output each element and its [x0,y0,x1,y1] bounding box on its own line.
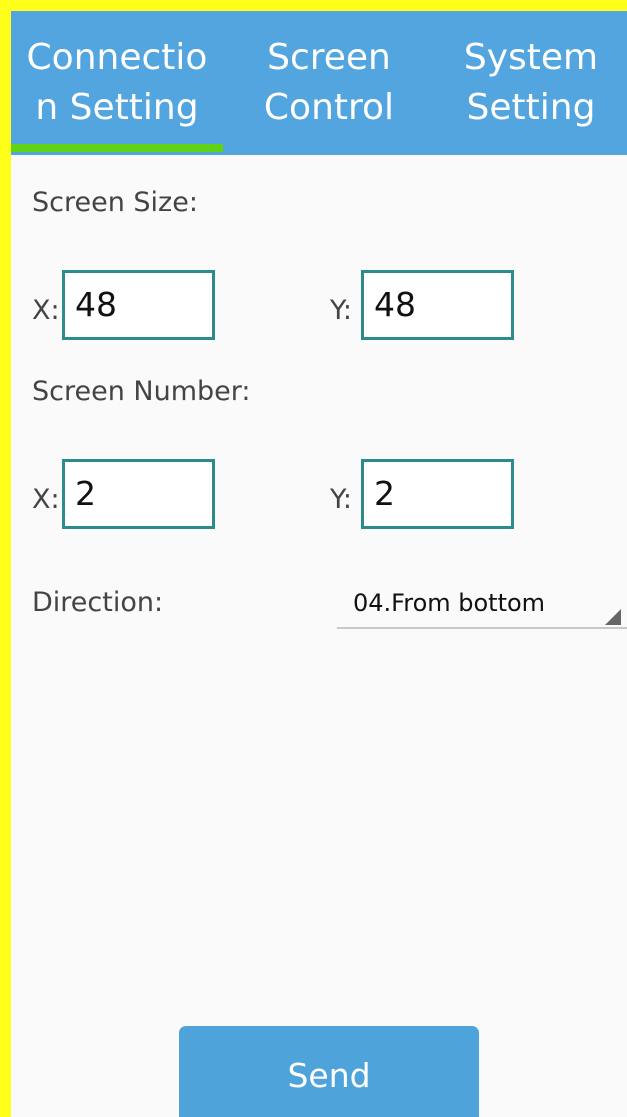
tab-screen-control-line2: Control [263,87,395,128]
screen-number-x-input[interactable]: 2 [62,459,215,529]
tab-bar: Connectio n Setting Screen Control Syste… [11,11,627,155]
tab-connection-setting[interactable]: Connectio n Setting [11,11,223,155]
tab-connection-setting-line2: n Setting [35,87,199,128]
active-tab-indicator [11,144,223,152]
screen-size-y-input[interactable]: 48 [361,270,514,340]
tab-system-setting-line1: System [463,37,599,78]
tab-screen-control-line1: Screen [267,37,391,78]
send-button[interactable]: Send [179,1026,479,1117]
screen-size-label: Screen Size: [32,187,198,218]
direction-dropdown[interactable]: 04.From bottom [337,583,627,629]
screen-size-x-input[interactable]: 48 [62,270,215,340]
screen-number-y-input[interactable]: 2 [361,459,514,529]
direction-label: Direction: [32,587,164,618]
screen-size-y-label: Y: [330,295,353,326]
tab-screen-control[interactable]: Screen Control [223,11,435,155]
direction-selected-value: 04.From bottom [353,589,546,617]
dropdown-corner-arrow-icon [605,609,621,625]
app-frame: Connectio n Setting Screen Control Syste… [11,11,627,1117]
dropdown-underline [337,627,627,629]
screen-size-x-label: X: [32,295,60,326]
screen-number-x-label: X: [32,484,60,515]
tab-system-setting[interactable]: System Setting [435,11,627,155]
screen-number-label: Screen Number: [32,376,251,407]
tab-connection-setting-line1: Connectio [26,37,208,78]
tab-system-setting-line2: Setting [466,87,596,128]
screen-number-y-label: Y: [330,484,353,515]
